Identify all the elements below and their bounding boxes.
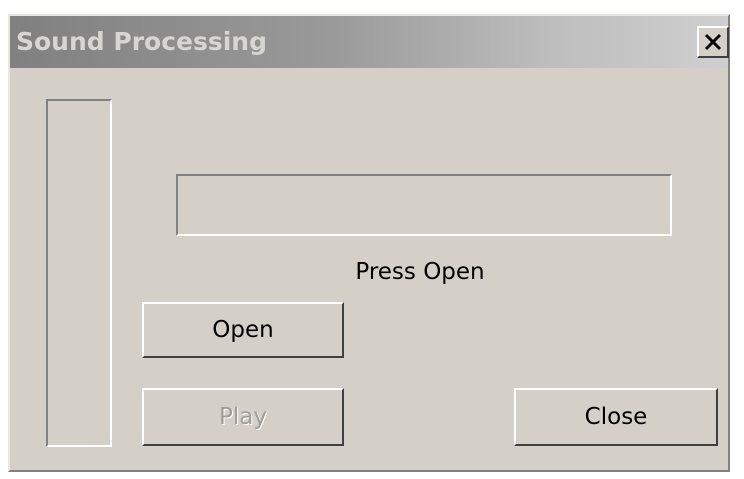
progress-bar	[176, 174, 672, 236]
title-bar[interactable]: Sound Processing	[10, 16, 729, 68]
play-button[interactable]: Play	[142, 388, 344, 446]
close-icon	[704, 33, 722, 51]
open-button[interactable]: Open	[142, 302, 344, 358]
level-meter	[46, 99, 112, 447]
title-close-button[interactable]	[697, 26, 729, 58]
status-text: Press Open	[355, 259, 485, 285]
sound-processing-dialog: Sound Processing Press Open Open Play Cl…	[8, 14, 730, 472]
window-title: Sound Processing	[16, 27, 268, 56]
close-button[interactable]: Close	[514, 388, 718, 446]
